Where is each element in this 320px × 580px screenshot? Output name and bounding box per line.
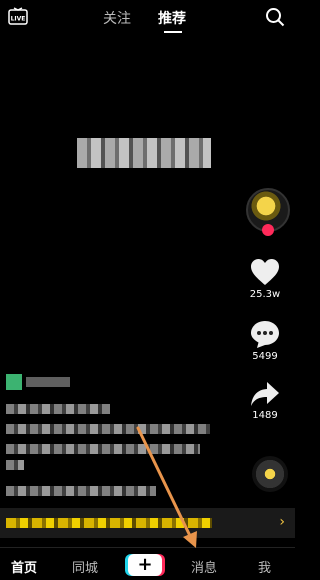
follow-plus-badge[interactable] — [262, 224, 274, 236]
author-name-pixelated[interactable] — [6, 374, 70, 390]
create-button[interactable]: + — [128, 554, 162, 576]
nav-messages[interactable]: 消息 — [191, 557, 217, 576]
comment-icon — [251, 321, 279, 348]
music-disc-icon[interactable] — [252, 456, 288, 492]
live-button[interactable]: LIVE — [8, 7, 28, 25]
author-badge — [6, 374, 22, 390]
top-bar: LIVE 关注 推荐 — [0, 0, 295, 36]
like-action[interactable]: 25.3w — [240, 257, 290, 300]
caption-line-pixelated — [6, 444, 200, 454]
tab-recommend[interactable]: 推荐 — [158, 8, 186, 28]
chevron-right-icon: › — [279, 514, 285, 530]
share-count: 1489 — [252, 410, 278, 421]
live-icon: LIVE — [8, 7, 28, 25]
svg-text:LIVE: LIVE — [11, 16, 26, 23]
like-count: 25.3w — [249, 289, 281, 300]
caption-line-pixelated — [6, 460, 24, 470]
share-icon — [251, 382, 279, 406]
active-tab-indicator — [164, 31, 182, 33]
author-name-blur — [26, 377, 70, 387]
bottom-navigation: 首页 同城 + 消息 我 — [0, 547, 295, 580]
comment-count: 5499 — [252, 351, 278, 362]
search-icon — [266, 8, 285, 27]
nav-home[interactable]: 首页 — [11, 557, 37, 576]
promo-banner[interactable]: › — [0, 508, 295, 538]
comment-action[interactable]: 5499 — [240, 319, 290, 362]
caption-line-pixelated — [6, 424, 210, 434]
heart-icon — [251, 259, 279, 285]
caption-line-pixelated — [6, 404, 110, 414]
promo-text-pixelated — [6, 518, 212, 528]
share-action[interactable]: 1489 — [240, 380, 290, 421]
nav-local[interactable]: 同城 — [72, 557, 98, 576]
search-button[interactable] — [265, 7, 285, 27]
music-title-pixelated — [6, 486, 156, 496]
nav-me[interactable]: 我 — [258, 557, 271, 576]
video-text-overlay-pixelated — [77, 138, 211, 168]
tab-follow[interactable]: 关注 — [103, 8, 131, 28]
